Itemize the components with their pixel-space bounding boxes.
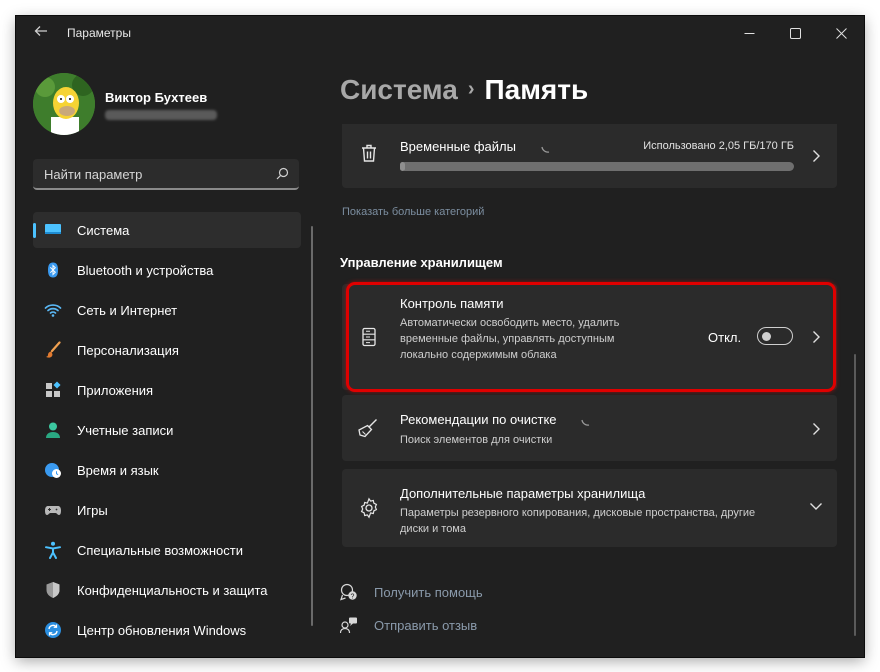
sidebar-item-apps[interactable]: Приложения xyxy=(33,372,301,408)
sidebar-item-label: Игры xyxy=(77,503,108,518)
wifi-icon xyxy=(44,304,62,317)
advanced-storage-card[interactable]: Дополнительные параметры хранилища Парам… xyxy=(342,469,837,547)
back-arrow-icon[interactable] xyxy=(30,24,52,44)
apps-icon xyxy=(46,381,61,397)
sidebar-item-network[interactable]: Сеть и Интернет xyxy=(33,292,301,328)
sidebar-item-label: Учетные записи xyxy=(77,423,174,438)
search-placeholder: Найти параметр xyxy=(44,167,143,182)
sidebar-item-label: Специальные возможности xyxy=(77,543,243,558)
account-icon xyxy=(46,422,60,438)
breadcrumb-parent[interactable]: Система xyxy=(340,74,458,105)
advanced-subtitle: Параметры резервного копирования, дисков… xyxy=(400,507,756,535)
help-icon: ? xyxy=(340,583,357,601)
sidebar-nav: Система Bluetooth и устройства Сеть и Ин… xyxy=(33,212,301,652)
trash-icon xyxy=(362,144,376,162)
temp-files-title: Временные файлы xyxy=(400,139,516,154)
user-email-blurred xyxy=(105,110,217,120)
title-bar: Параметры xyxy=(16,16,864,50)
shield-icon xyxy=(46,582,60,598)
chevron-right-icon xyxy=(813,150,820,162)
breadcrumb: Система › Память xyxy=(340,74,588,106)
settings-window: Параметры Виктор Бухтеев Найти параметр xyxy=(16,16,864,657)
sidebar-item-system[interactable]: Система xyxy=(33,212,301,248)
cleanup-recommendations-card[interactable]: Рекомендации по очистке Поиск элементов … xyxy=(342,395,837,461)
bluetooth-icon xyxy=(48,262,58,278)
sidebar-item-accounts[interactable]: Учетные записи xyxy=(33,412,301,448)
section-title: Управление хранилищем xyxy=(340,255,503,270)
breadcrumb-separator: › xyxy=(467,78,475,100)
temp-files-progress xyxy=(400,162,794,171)
svg-text:?: ? xyxy=(351,593,355,600)
sidebar-item-label: Персонализация xyxy=(77,343,179,358)
sidebar-item-label: Сеть и Интернет xyxy=(77,303,178,318)
chevron-down-icon xyxy=(810,503,822,510)
chevron-right-icon xyxy=(813,423,820,435)
main-scrollbar[interactable] xyxy=(854,354,856,636)
minimize-icon xyxy=(744,32,754,34)
temp-files-card[interactable]: Временные файлы xyxy=(342,124,837,188)
globe-clock-icon xyxy=(45,463,61,478)
loading-spinner-icon xyxy=(581,419,590,426)
gear-icon xyxy=(360,497,378,519)
accessibility-icon xyxy=(45,541,61,559)
system-icon xyxy=(45,224,61,234)
brush-icon xyxy=(46,341,61,358)
broom-icon xyxy=(358,419,377,438)
loading-spinner-icon xyxy=(541,146,550,153)
show-more-categories-link[interactable]: Показать больше категорий xyxy=(342,206,484,218)
sidebar-item-privacy[interactable]: Конфиденциальность и защита xyxy=(33,572,301,608)
sidebar-item-label: Bluetooth и устройства xyxy=(77,263,214,278)
page-title: Память xyxy=(484,74,589,105)
cleanup-subtitle: Поиск элементов для очистки xyxy=(400,434,553,446)
sidebar-item-label: Центр обновления Windows xyxy=(77,623,247,638)
sidebar-item-accessibility[interactable]: Специальные возможности xyxy=(33,532,301,568)
send-feedback-label: Отправить отзыв xyxy=(374,618,478,633)
sidebar-scrollbar[interactable] xyxy=(311,226,313,626)
sidebar-item-label: Система xyxy=(77,223,130,238)
highlight-frame xyxy=(346,282,836,392)
advanced-title: Дополнительные параметры хранилища xyxy=(400,486,646,501)
feedback-icon xyxy=(340,617,357,634)
minimize-button[interactable] xyxy=(726,16,772,50)
search-icon[interactable] xyxy=(276,167,289,180)
sidebar-item-time-language[interactable]: Время и язык xyxy=(33,452,301,488)
search-input[interactable]: Найти параметр xyxy=(33,159,299,190)
sidebar-item-gaming[interactable]: Игры xyxy=(33,492,301,528)
sidebar-item-label: Приложения xyxy=(77,383,154,398)
sidebar-item-label: Конфиденциальность и защита xyxy=(77,583,268,598)
sidebar-item-windows-update[interactable]: Центр обновления Windows xyxy=(33,612,301,648)
avatar[interactable] xyxy=(33,73,95,135)
temp-files-progress-fill xyxy=(400,162,405,171)
update-icon xyxy=(45,622,61,638)
get-help-label: Получить помощь xyxy=(374,585,483,600)
window-title: Параметры xyxy=(67,26,131,40)
temp-files-usage: Использовано 2,05 ГБ/170 ГБ xyxy=(643,140,794,152)
maximize-icon xyxy=(789,27,801,39)
maximize-button[interactable] xyxy=(772,16,818,50)
gamepad-icon xyxy=(45,506,61,515)
sidebar-item-personalization[interactable]: Персонализация xyxy=(33,332,301,368)
sidebar-item-label: Время и язык xyxy=(77,463,159,478)
close-icon xyxy=(835,27,847,39)
user-name: Виктор Бухтеев xyxy=(105,90,208,105)
cleanup-title: Рекомендации по очистке xyxy=(400,412,557,427)
close-button[interactable] xyxy=(818,16,864,50)
sidebar-item-bluetooth[interactable]: Bluetooth и устройства xyxy=(33,252,301,288)
